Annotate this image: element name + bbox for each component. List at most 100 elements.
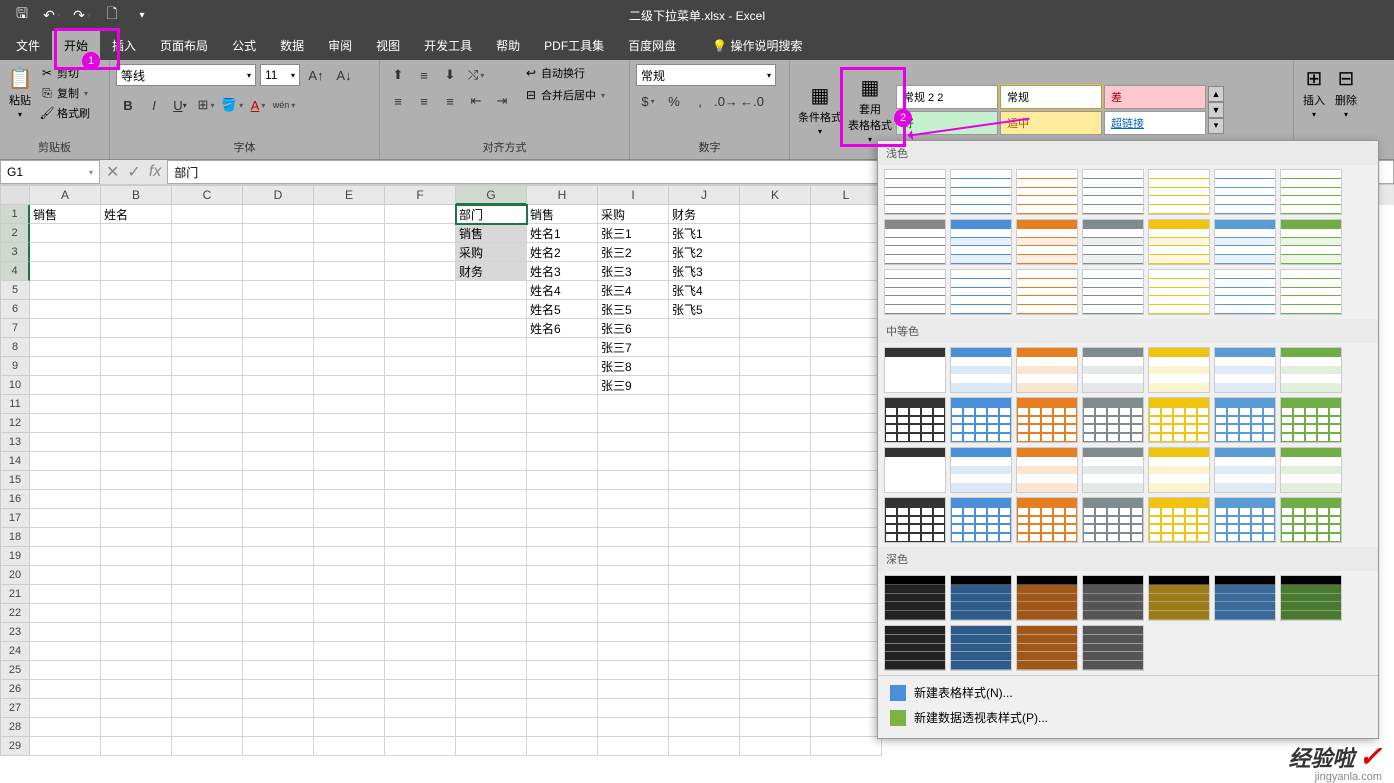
cell-H1[interactable]: 销售	[527, 205, 598, 224]
cell-K19[interactable]	[740, 547, 811, 566]
cell-C8[interactable]	[172, 338, 243, 357]
cell-L6[interactable]	[811, 300, 882, 319]
cell-H6[interactable]: 姓名5	[527, 300, 598, 319]
cell-I5[interactable]: 张三4	[598, 281, 669, 300]
font-color-button[interactable]: A	[246, 94, 270, 116]
cell-A3[interactable]	[30, 243, 101, 262]
cell-D4[interactable]	[243, 262, 314, 281]
cell-D26[interactable]	[243, 680, 314, 699]
cell-C3[interactable]	[172, 243, 243, 262]
cell-J5[interactable]: 张飞4	[669, 281, 740, 300]
cell-F11[interactable]	[385, 395, 456, 414]
currency-icon[interactable]: $	[636, 90, 660, 112]
cell-I15[interactable]	[598, 471, 669, 490]
cell-E21[interactable]	[314, 585, 385, 604]
cell-D10[interactable]	[243, 376, 314, 395]
cell-J2[interactable]: 张飞1	[669, 224, 740, 243]
cell-B3[interactable]	[101, 243, 172, 262]
cell-A12[interactable]	[30, 414, 101, 433]
cell-D6[interactable]	[243, 300, 314, 319]
cell-D1[interactable]	[243, 205, 314, 224]
tell-me[interactable]: 💡 操作说明搜索	[700, 31, 814, 60]
cell-L22[interactable]	[811, 604, 882, 623]
cell-I18[interactable]	[598, 528, 669, 547]
table-style-swatch[interactable]	[1082, 397, 1144, 443]
table-style-swatch[interactable]	[950, 625, 1012, 671]
tab-data[interactable]: 数据	[268, 31, 316, 60]
cell-G20[interactable]	[456, 566, 527, 585]
cell-K20[interactable]	[740, 566, 811, 585]
table-style-swatch[interactable]	[1082, 169, 1144, 215]
table-style-swatch[interactable]	[884, 169, 946, 215]
cell-F15[interactable]	[385, 471, 456, 490]
cell-J1[interactable]: 财务	[669, 205, 740, 224]
style-normal22[interactable]: 常规 2 2	[896, 85, 998, 109]
cell-D3[interactable]	[243, 243, 314, 262]
cell-E16[interactable]	[314, 490, 385, 509]
cell-L18[interactable]	[811, 528, 882, 547]
cell-C12[interactable]	[172, 414, 243, 433]
cell-I17[interactable]	[598, 509, 669, 528]
tab-insert[interactable]: 插入	[100, 31, 148, 60]
cell-F9[interactable]	[385, 357, 456, 376]
cell-E12[interactable]	[314, 414, 385, 433]
cell-A5[interactable]	[30, 281, 101, 300]
table-style-swatch[interactable]	[1280, 447, 1342, 493]
cell-B28[interactable]	[101, 718, 172, 737]
cell-I13[interactable]	[598, 433, 669, 452]
cell-J18[interactable]	[669, 528, 740, 547]
cell-D22[interactable]	[243, 604, 314, 623]
cell-G22[interactable]	[456, 604, 527, 623]
cell-H28[interactable]	[527, 718, 598, 737]
table-style-swatch[interactable]	[884, 575, 946, 621]
cell-D11[interactable]	[243, 395, 314, 414]
row-header-29[interactable]: 29	[0, 737, 30, 756]
row-header-9[interactable]: 9	[0, 357, 30, 376]
style-normal[interactable]: 常规	[1000, 85, 1102, 109]
cell-H27[interactable]	[527, 699, 598, 718]
cell-F20[interactable]	[385, 566, 456, 585]
tab-baidu[interactable]: 百度网盘	[616, 31, 688, 60]
table-style-swatch[interactable]	[1148, 219, 1210, 265]
cell-B24[interactable]	[101, 642, 172, 661]
cell-C23[interactable]	[172, 623, 243, 642]
row-header-12[interactable]: 12	[0, 414, 30, 433]
cell-H14[interactable]	[527, 452, 598, 471]
cell-J3[interactable]: 张飞2	[669, 243, 740, 262]
cell-D15[interactable]	[243, 471, 314, 490]
cell-E1[interactable]	[314, 205, 385, 224]
table-style-swatch[interactable]	[1082, 575, 1144, 621]
cell-F8[interactable]	[385, 338, 456, 357]
cell-I4[interactable]: 张三3	[598, 262, 669, 281]
row-header-13[interactable]: 13	[0, 433, 30, 452]
cell-K5[interactable]	[740, 281, 811, 300]
cell-H18[interactable]	[527, 528, 598, 547]
cell-L5[interactable]	[811, 281, 882, 300]
cell-A28[interactable]	[30, 718, 101, 737]
cell-H10[interactable]	[527, 376, 598, 395]
cell-G5[interactable]	[456, 281, 527, 300]
percent-icon[interactable]: %	[662, 90, 686, 112]
cell-E15[interactable]	[314, 471, 385, 490]
table-style-swatch[interactable]	[1016, 497, 1078, 543]
cell-F16[interactable]	[385, 490, 456, 509]
col-header-I[interactable]: I	[598, 185, 669, 205]
row-header-25[interactable]: 25	[0, 661, 30, 680]
increase-decimal-icon[interactable]: .0→	[714, 90, 738, 112]
cell-J7[interactable]	[669, 319, 740, 338]
table-style-swatch[interactable]	[1214, 497, 1276, 543]
cell-C29[interactable]	[172, 737, 243, 756]
col-header-C[interactable]: C	[172, 185, 243, 205]
cell-L28[interactable]	[811, 718, 882, 737]
cell-K26[interactable]	[740, 680, 811, 699]
cell-I14[interactable]	[598, 452, 669, 471]
cell-F14[interactable]	[385, 452, 456, 471]
cell-I22[interactable]	[598, 604, 669, 623]
cell-K9[interactable]	[740, 357, 811, 376]
cell-A15[interactable]	[30, 471, 101, 490]
cell-L25[interactable]	[811, 661, 882, 680]
style-neutral[interactable]: 适中	[1000, 111, 1102, 135]
cell-G15[interactable]	[456, 471, 527, 490]
indent-dec-icon[interactable]: ⇤	[464, 90, 488, 112]
cell-D14[interactable]	[243, 452, 314, 471]
